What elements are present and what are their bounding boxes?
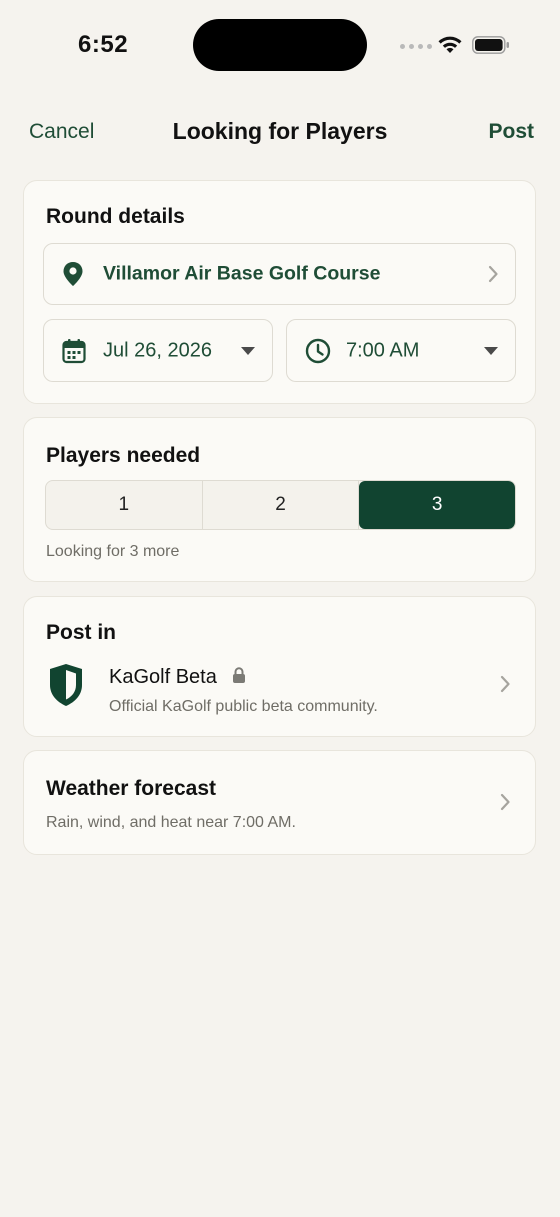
players-option-2[interactable]: 2: [203, 481, 360, 529]
location-pin-icon: [63, 262, 83, 286]
battery-icon: [472, 36, 509, 54]
dynamic-island: [193, 19, 367, 71]
weather-forecast-title: Weather forecast: [46, 777, 217, 800]
wifi-icon: [438, 36, 462, 53]
post-button[interactable]: Post: [488, 120, 534, 144]
status-time: 6:52: [78, 31, 129, 58]
chevron-right-icon: [500, 675, 510, 693]
dropdown-triangle-icon: [484, 346, 498, 355]
community-description: Official KaGolf public beta community.: [109, 698, 378, 715]
clock-icon: [305, 338, 331, 363]
cellular-signal-icon: [400, 44, 432, 49]
date-value: Jul 26, 2026: [103, 339, 212, 361]
dropdown-triangle-icon: [241, 346, 255, 355]
post-in-card[interactable]: Post in KaGolf Beta Official KaGolf publ…: [23, 596, 536, 737]
lock-icon: [233, 667, 245, 683]
date-picker[interactable]: Jul 26, 2026: [43, 319, 273, 382]
post-in-title: Post in: [46, 621, 117, 644]
community-name: KaGolf Beta: [109, 666, 217, 688]
shield-icon: [50, 664, 82, 706]
course-selector[interactable]: Villamor Air Base Golf Course: [43, 243, 516, 305]
players-needed-card: Players needed 1 2 3 Looking for 3 more: [23, 417, 536, 582]
round-details-title: Round details: [46, 205, 185, 228]
status-bar: 6:52: [0, 0, 560, 92]
time-picker[interactable]: 7:00 AM: [286, 319, 516, 382]
chevron-right-icon: [488, 265, 498, 283]
players-hint: Looking for 3 more: [46, 543, 180, 560]
players-segmented-control: 1 2 3: [45, 480, 516, 530]
cancel-button[interactable]: Cancel: [29, 120, 94, 144]
navigation-bar: Looking for Players Cancel Post: [0, 110, 560, 154]
players-needed-title: Players needed: [46, 444, 201, 467]
calendar-icon: [62, 338, 86, 363]
round-details-card: Round details Villamor Air Base Golf Cou…: [23, 180, 536, 404]
players-option-3[interactable]: 3: [359, 481, 515, 529]
time-value: 7:00 AM: [346, 339, 420, 361]
course-name: Villamor Air Base Golf Course: [103, 262, 381, 285]
players-option-1[interactable]: 1: [46, 481, 203, 529]
weather-forecast-card[interactable]: Weather forecast Rain, wind, and heat ne…: [23, 750, 536, 855]
weather-description: Rain, wind, and heat near 7:00 AM.: [46, 814, 296, 831]
chevron-right-icon: [500, 793, 510, 811]
